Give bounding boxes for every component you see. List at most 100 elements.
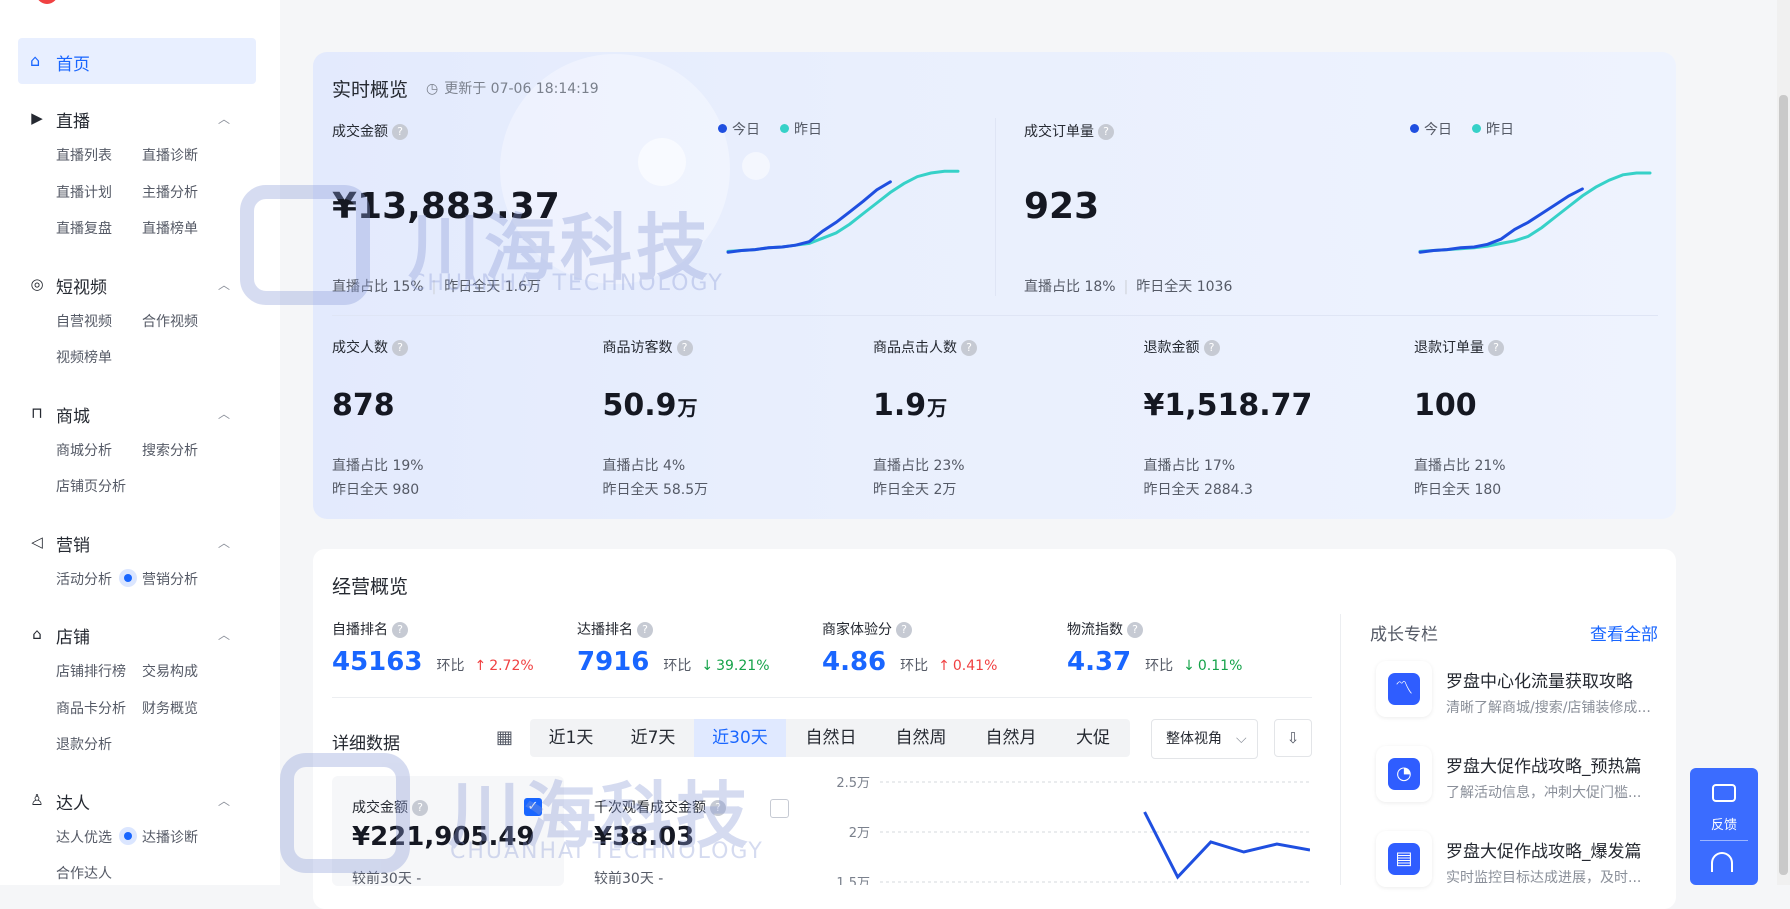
sidebar-subitem[interactable]: 活动分析: [56, 569, 112, 589]
chevron-up-icon[interactable]: ︿: [218, 534, 230, 551]
sidebar-subitem[interactable]: 直播榜单: [142, 218, 198, 238]
sidebar-subitem[interactable]: 直播诊断: [142, 145, 198, 165]
watermark-en: CHUANHAI TECHNOLOGY: [410, 271, 724, 296]
sidebar-subitem[interactable]: 直播复盘: [56, 218, 112, 238]
help-icon[interactable]: ?: [392, 340, 408, 356]
help-icon[interactable]: ?: [392, 622, 408, 638]
chevron-up-icon[interactable]: ︿: [218, 405, 230, 422]
help-icon[interactable]: ?: [1098, 124, 1114, 140]
y-tick-label: 2万: [849, 826, 870, 841]
divider: [995, 118, 996, 296]
metric-yesterday: 昨日全天 2万: [873, 482, 957, 498]
help-icon[interactable]: ?: [1488, 340, 1504, 356]
sidebar-section-1[interactable]: 短视频: [56, 273, 107, 298]
help-icon[interactable]: ?: [1203, 340, 1220, 356]
kpi-label-text: 商家体验分: [822, 622, 892, 638]
orders-label-text: 成交订单量: [1024, 124, 1094, 140]
sidebar-subitem[interactable]: 交易构成: [142, 661, 198, 681]
orders-yesterday: 昨日全天 1036: [1136, 279, 1233, 295]
metric-yesterday: 昨日全天 980: [332, 482, 420, 498]
sidebar-section-5[interactable]: 达人: [56, 789, 90, 814]
tab-2[interactable]: 近30天: [694, 719, 786, 757]
legend-yesterday: 昨日: [794, 122, 822, 138]
arrow-down-icon: ↓: [1183, 658, 1195, 674]
sidebar-subitem[interactable]: 退款分析: [56, 734, 112, 754]
growth-item-title[interactable]: 罗盘中心化流量获取攻略: [1446, 667, 1633, 692]
clock-icon: ◷: [426, 81, 439, 97]
tab-3[interactable]: 自然日: [786, 719, 876, 757]
growth-item-title[interactable]: 罗盘大促作战攻略_爆发篇: [1446, 837, 1642, 862]
metric-value-unit: 万: [927, 396, 948, 420]
feedback-button[interactable]: 反馈: [1690, 768, 1758, 885]
sidebar-subitem[interactable]: 合作视频: [142, 311, 198, 331]
help-icon[interactable]: ?: [637, 622, 653, 638]
kpi-value: 4.86: [822, 647, 887, 677]
chevron-up-icon[interactable]: ︿: [218, 276, 230, 293]
help-icon[interactable]: ?: [896, 622, 912, 638]
kpi-label: 自播排名?: [332, 619, 408, 639]
help-icon[interactable]: ?: [392, 124, 408, 140]
sidebar-subitem[interactable]: 自营视频: [56, 311, 112, 331]
sidebar-section-0[interactable]: 直播: [56, 107, 90, 132]
chevron-up-icon[interactable]: ︿: [218, 110, 230, 127]
sidebar-section-2[interactable]: 商城: [56, 402, 90, 427]
tab-0[interactable]: 近1天: [530, 719, 612, 757]
metric-value: 100: [1414, 388, 1478, 423]
sidebar-subitem[interactable]: 达人优选: [56, 827, 112, 847]
trend-chart-icon[interactable]: 〽: [1376, 661, 1432, 717]
view-select[interactable]: 整体视角 ⌵: [1151, 719, 1258, 759]
legend-dot: [1472, 124, 1481, 133]
kpi-ring-label: 环比: [436, 658, 465, 674]
tab-1[interactable]: 近7天: [612, 719, 694, 757]
sidebar-subitem[interactable]: 主播分析: [142, 182, 198, 202]
growth-item-title[interactable]: 罗盘大促作战攻略_预热篇: [1446, 752, 1642, 777]
kpi-row: 45163 环比 ↑ 2.72%: [332, 647, 534, 677]
help-icon[interactable]: ?: [1127, 622, 1143, 638]
sidebar-subitem[interactable]: 商城分析: [56, 440, 112, 460]
tab-6[interactable]: 大促: [1056, 719, 1130, 757]
calendar-icon[interactable]: ▦: [496, 727, 513, 748]
legend-dot: [1410, 124, 1419, 133]
metric-yesterday: 昨日全天 2884.3: [1143, 482, 1253, 498]
sidebar-subitem[interactable]: 视频榜单: [56, 347, 112, 367]
sidebar-item-home[interactable]: ⌂ 首页: [18, 38, 256, 84]
sidebar-subitem[interactable]: 店铺页分析: [56, 476, 126, 496]
checkbox-unchecked[interactable]: [770, 799, 789, 818]
sidebar-section-3[interactable]: 营销: [56, 531, 90, 556]
metric-live-share: 直播占比 23%: [873, 458, 965, 474]
chevron-up-icon[interactable]: ︿: [218, 792, 230, 809]
help-icon[interactable]: ?: [676, 340, 693, 356]
document-icon[interactable]: ▤: [1376, 831, 1432, 887]
chevron-up-icon[interactable]: ︿: [218, 626, 230, 643]
metric-value-unit: 万: [677, 396, 698, 420]
sidebar-subitem[interactable]: 合作达人: [56, 863, 112, 883]
tab-4[interactable]: 自然周: [876, 719, 966, 757]
sidebar-subitem[interactable]: 搜索分析: [142, 440, 198, 460]
scrollbar-thumb[interactable]: [1779, 95, 1788, 875]
sidebar-subitem[interactable]: 商品卡分析: [56, 698, 126, 718]
metric-label: 商品访客数?: [603, 337, 693, 357]
metric-label: 成交人数?: [332, 337, 408, 357]
tab-5[interactable]: 自然月: [966, 719, 1056, 757]
sidebar-subitem[interactable]: 店铺排行榜: [56, 661, 126, 681]
pie-chart-icon[interactable]: ◔: [1376, 746, 1432, 802]
download-icon[interactable]: ⇩: [1274, 719, 1312, 757]
sidebar-subitem[interactable]: 达播诊断: [142, 827, 198, 847]
headset-icon[interactable]: [1711, 852, 1733, 872]
sidebar-section-4[interactable]: 店铺: [56, 623, 90, 648]
live-icon: ▶: [31, 109, 43, 127]
series-line-yesterday: [726, 169, 960, 253]
kpi-change: 0.11%: [1197, 658, 1243, 674]
help-icon[interactable]: ?: [412, 800, 428, 816]
sidebar-subitem[interactable]: 直播计划: [56, 182, 112, 202]
sidebar-subitem[interactable]: 财务概览: [142, 698, 198, 718]
view-all-link[interactable]: 查看全部: [1590, 620, 1658, 645]
help-icon[interactable]: ?: [961, 340, 977, 356]
shop-icon: ⌂: [32, 625, 42, 643]
series-line-yesterday: [1418, 171, 1652, 253]
kpi-label: 达播排名?: [577, 619, 653, 639]
sidebar-subitem[interactable]: 营销分析: [142, 569, 198, 589]
kpi-label: 物流指数?: [1067, 619, 1143, 639]
series-line-today: [726, 180, 892, 254]
sidebar-subitem[interactable]: 直播列表: [56, 145, 112, 165]
